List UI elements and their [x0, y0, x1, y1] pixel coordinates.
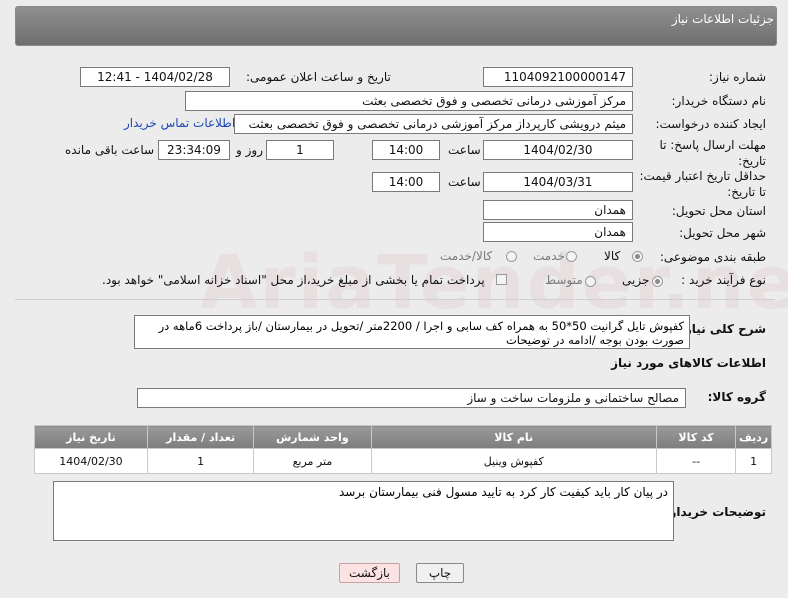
buyer-notes-textarea[interactable]	[53, 481, 674, 541]
buyer-notes-label: توضیحات خریدار:	[664, 505, 766, 519]
deadline-time: 14:00	[372, 140, 440, 160]
creator-label: ایجاد کننده درخواست:	[655, 117, 766, 131]
buyer-contact-link[interactable]: اطلاعات تماس خریدار	[124, 116, 235, 130]
need-number-value: 1104092100000147	[483, 67, 633, 87]
province-value: همدان	[483, 200, 633, 220]
category-option-goods: کالا	[604, 249, 621, 263]
time-remaining-label: ساعت باقی مانده	[65, 143, 155, 157]
divider	[15, 299, 775, 300]
price-validity-date: 1404/03/31	[483, 172, 633, 192]
city-label: شهر محل تحویل:	[679, 226, 766, 240]
goods-section-title: اطلاعات کالاهای مورد نیاز	[611, 356, 766, 370]
description-textarea[interactable]	[134, 315, 690, 349]
category-radio-goods-service[interactable]	[506, 251, 517, 262]
days-remaining: 1	[266, 140, 334, 160]
city-value: همدان	[483, 222, 633, 242]
col-row-number: ردیف	[735, 425, 772, 449]
category-radio-goods[interactable]	[632, 251, 643, 262]
price-validity-label: حداقل تاریخ اعتبار قیمت: تا تاریخ:	[639, 169, 766, 199]
table-row: 1 -- کفپوش وینیل متر مربع 1 1404/02/30	[34, 448, 772, 474]
deadline-date: 1404/02/30	[483, 140, 633, 160]
col-item-code: کد کالا	[655, 425, 737, 449]
col-item-name: نام کالا	[370, 425, 657, 449]
col-quantity: تعداد / مقدار	[146, 425, 255, 449]
back-button[interactable]: بازگشت	[339, 563, 400, 583]
cell-row-number: 1	[735, 448, 772, 474]
goods-group-label: گروه کالا:	[707, 390, 766, 404]
time-remaining: 23:34:09	[158, 140, 230, 160]
buyer-org-label: نام دستگاه خریدار:	[671, 94, 767, 108]
announce-label: تاریخ و ساعت اعلان عمومی:	[246, 70, 391, 84]
items-table: ردیف کد کالا نام کالا واحد شمارش تعداد /…	[34, 425, 772, 474]
process-radio-medium[interactable]	[585, 276, 596, 287]
days-label: روز و	[236, 143, 263, 157]
col-unit: واحد شمارش	[253, 425, 372, 449]
process-label: نوع فرآیند خرید :	[681, 273, 766, 287]
announce-value: 1404/02/28 - 12:41	[80, 67, 230, 87]
province-label: استان محل تحویل:	[671, 204, 766, 218]
price-validity-time: 14:00	[372, 172, 440, 192]
treasury-payment-checkbox[interactable]	[496, 274, 507, 285]
process-radio-small[interactable]	[652, 276, 663, 287]
header-panel	[15, 6, 777, 46]
cell-quantity: 1	[146, 448, 255, 474]
category-option-service: خدمت	[533, 249, 565, 263]
deadline-label: مهلت ارسال پاسخ: تا تاریخ:	[659, 138, 766, 168]
buyer-org-value: مرکز آموزشی درمانی تخصصی و فوق تخصصی بعث…	[185, 91, 633, 111]
payment-note: پرداخت تمام یا بخشی از مبلغ خرید،از محل …	[102, 273, 485, 287]
process-option-small: جزیی	[622, 273, 650, 287]
creator-value: میثم درویشی کارپرداز مرکز آموزشی درمانی …	[234, 114, 633, 134]
goods-group-value: مصالح ساختمانی و ملزومات ساخت و ساز	[137, 388, 686, 408]
cell-unit: متر مربع	[253, 448, 372, 474]
process-option-medium: متوسط	[545, 273, 583, 287]
need-number-label: شماره نیاز:	[709, 70, 766, 84]
category-option-goods-service: کالا/خدمت	[440, 249, 493, 263]
print-button[interactable]: چاپ	[416, 563, 464, 583]
cell-need-date: 1404/02/30	[34, 448, 148, 474]
cell-item-name: کفپوش وینیل	[370, 448, 657, 474]
deadline-time-label: ساعت	[448, 143, 481, 157]
description-label: شرح کلی نیاز:	[680, 322, 766, 336]
page-title: جزئیات اطلاعات نیاز	[671, 12, 774, 26]
col-need-date: تاریخ نیاز	[34, 425, 148, 449]
category-radio-service[interactable]	[566, 251, 577, 262]
table-header-row: ردیف کد کالا نام کالا واحد شمارش تعداد /…	[34, 425, 772, 449]
category-label: طبقه بندی موضوعی:	[659, 250, 766, 264]
price-validity-time-label: ساعت	[448, 175, 481, 189]
cell-item-code: --	[655, 448, 737, 474]
